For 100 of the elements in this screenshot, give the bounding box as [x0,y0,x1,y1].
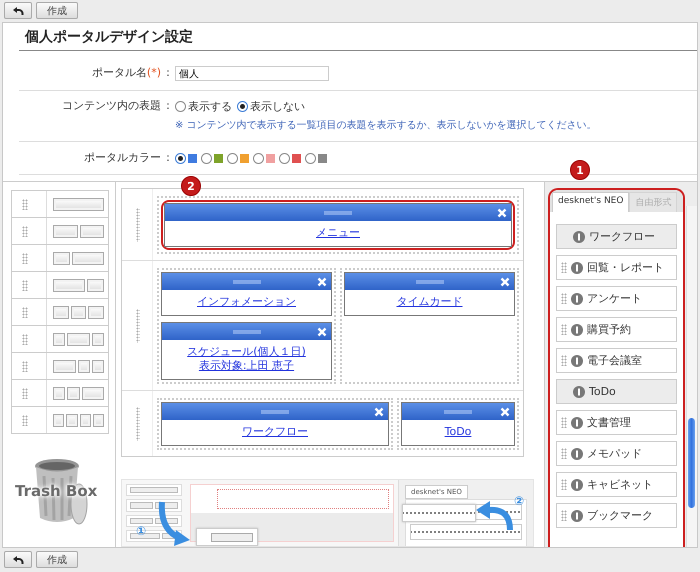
column-block [53,278,85,292]
portlet-header[interactable] [402,403,514,420]
colon: : [165,151,171,165]
widget-item[interactable]: 電子会議室 [556,348,677,373]
close-icon [374,407,384,417]
radio-button[interactable] [279,152,290,164]
widget-label: 回覧・レポート [587,260,664,275]
grip-icon [416,280,444,284]
widget-label: ワークフロー [589,229,655,244]
radio-button[interactable] [175,100,186,112]
step-number: ① [136,524,146,538]
layout-template[interactable] [12,299,108,326]
column-block [72,252,104,264]
portlet-link[interactable]: タイムカード [396,295,462,309]
info-icon [571,510,583,522]
info-icon [571,416,583,428]
name-field[interactable]: 個人 [175,66,329,81]
grip-icon [136,208,140,242]
layout-template[interactable] [12,191,108,218]
grip-icon [136,308,140,342]
widget-item[interactable]: アンケート [556,286,677,311]
grip-icon [561,324,567,335]
portlet-link[interactable]: スケジュール(個人１日) 表示対象:上田 恵子 [187,345,306,373]
column-block [88,306,104,318]
widget-label: 電子会議室 [587,353,642,368]
info-icon [571,448,583,460]
close-icon [317,277,327,287]
field-label: コンテンツ内の表題 [62,99,161,113]
column-block [80,224,104,238]
portlet-link[interactable]: インフォメーション [197,295,296,309]
widget-item[interactable]: キャビネット [556,472,677,497]
column-block [53,306,69,318]
portlet-header[interactable] [162,403,388,420]
portlet-header[interactable] [165,204,511,221]
info-icon [573,230,585,242]
widget-label: キャビネット [587,477,653,492]
widget-item[interactable]: メモパッド [556,441,677,466]
radio-button[interactable] [175,152,186,164]
layout-template[interactable] [12,245,108,272]
grip-icon [232,280,260,284]
info-icon [571,292,583,304]
create-button[interactable]: 作成 [36,551,78,568]
widget-item[interactable]: 購買予約 [556,317,677,342]
widget-item[interactable]: 文書管理 [556,410,677,435]
close-icon [497,208,507,218]
grip-icon [444,410,472,414]
widget-item[interactable]: 回覧・レポート [556,255,677,280]
widget-label: 文書管理 [587,415,631,430]
grip-icon [561,479,567,490]
grip-icon [22,226,28,236]
info-icon [571,478,583,490]
grip-icon [261,410,289,414]
radio-label[interactable]: 表示しない [250,98,305,114]
widget-label: ToDo [589,385,616,398]
back-button[interactable] [4,2,32,19]
scrollbar-thumb[interactable] [688,418,695,508]
portlet-header[interactable] [162,273,331,290]
radio-label[interactable]: 表示する [188,98,232,114]
colon: : [165,66,171,80]
portlet-link[interactable]: ToDo [444,425,472,439]
portlet-header[interactable] [345,273,514,290]
radio-button[interactable] [253,152,264,164]
radio-button[interactable] [201,152,212,164]
callout-badge: 1 [570,160,590,180]
widget-item[interactable]: ブックマーク [556,503,677,528]
portlet-link[interactable]: メニュー [316,226,360,240]
radio-button[interactable] [237,100,248,112]
layout-template[interactable] [12,353,108,380]
widget-label: ブックマーク [587,508,653,523]
scrollbar[interactable] [686,206,697,547]
grip-icon [22,198,28,210]
layout-template[interactable] [12,380,108,407]
portlet-link[interactable]: ワークフロー [242,425,308,439]
callout-badge: 2 [181,176,201,196]
portlet-header[interactable] [162,323,331,340]
required-mark: (*) [146,66,161,80]
column-block [92,332,104,346]
layout-template[interactable] [12,218,108,245]
widget-label: 購買予約 [587,322,631,337]
hint-text: ※ コンテンツ内で表示する一覧項目の表題を表示するか、表示しないかを選択してください。 [175,118,598,132]
grip-icon [561,510,567,521]
back-button[interactable] [4,551,32,568]
close-icon [317,327,327,337]
widget-label: メモパッド [587,446,642,461]
layout-template[interactable] [12,326,108,353]
radio-button[interactable] [227,152,238,164]
step-number: ② [514,494,524,508]
grip-icon [22,388,28,398]
field-label: ポータル名 [92,66,147,80]
create-button[interactable]: 作成 [36,2,78,19]
column-block [78,360,90,372]
layout-template[interactable] [12,272,108,299]
radio-button[interactable] [305,152,316,164]
column-block [53,198,104,210]
close-icon [500,407,510,417]
column-block [53,414,64,426]
grip-icon [22,360,28,372]
column-block [92,360,104,372]
tab[interactable]: desknet's NEO [552,192,630,212]
column-block [70,306,86,318]
